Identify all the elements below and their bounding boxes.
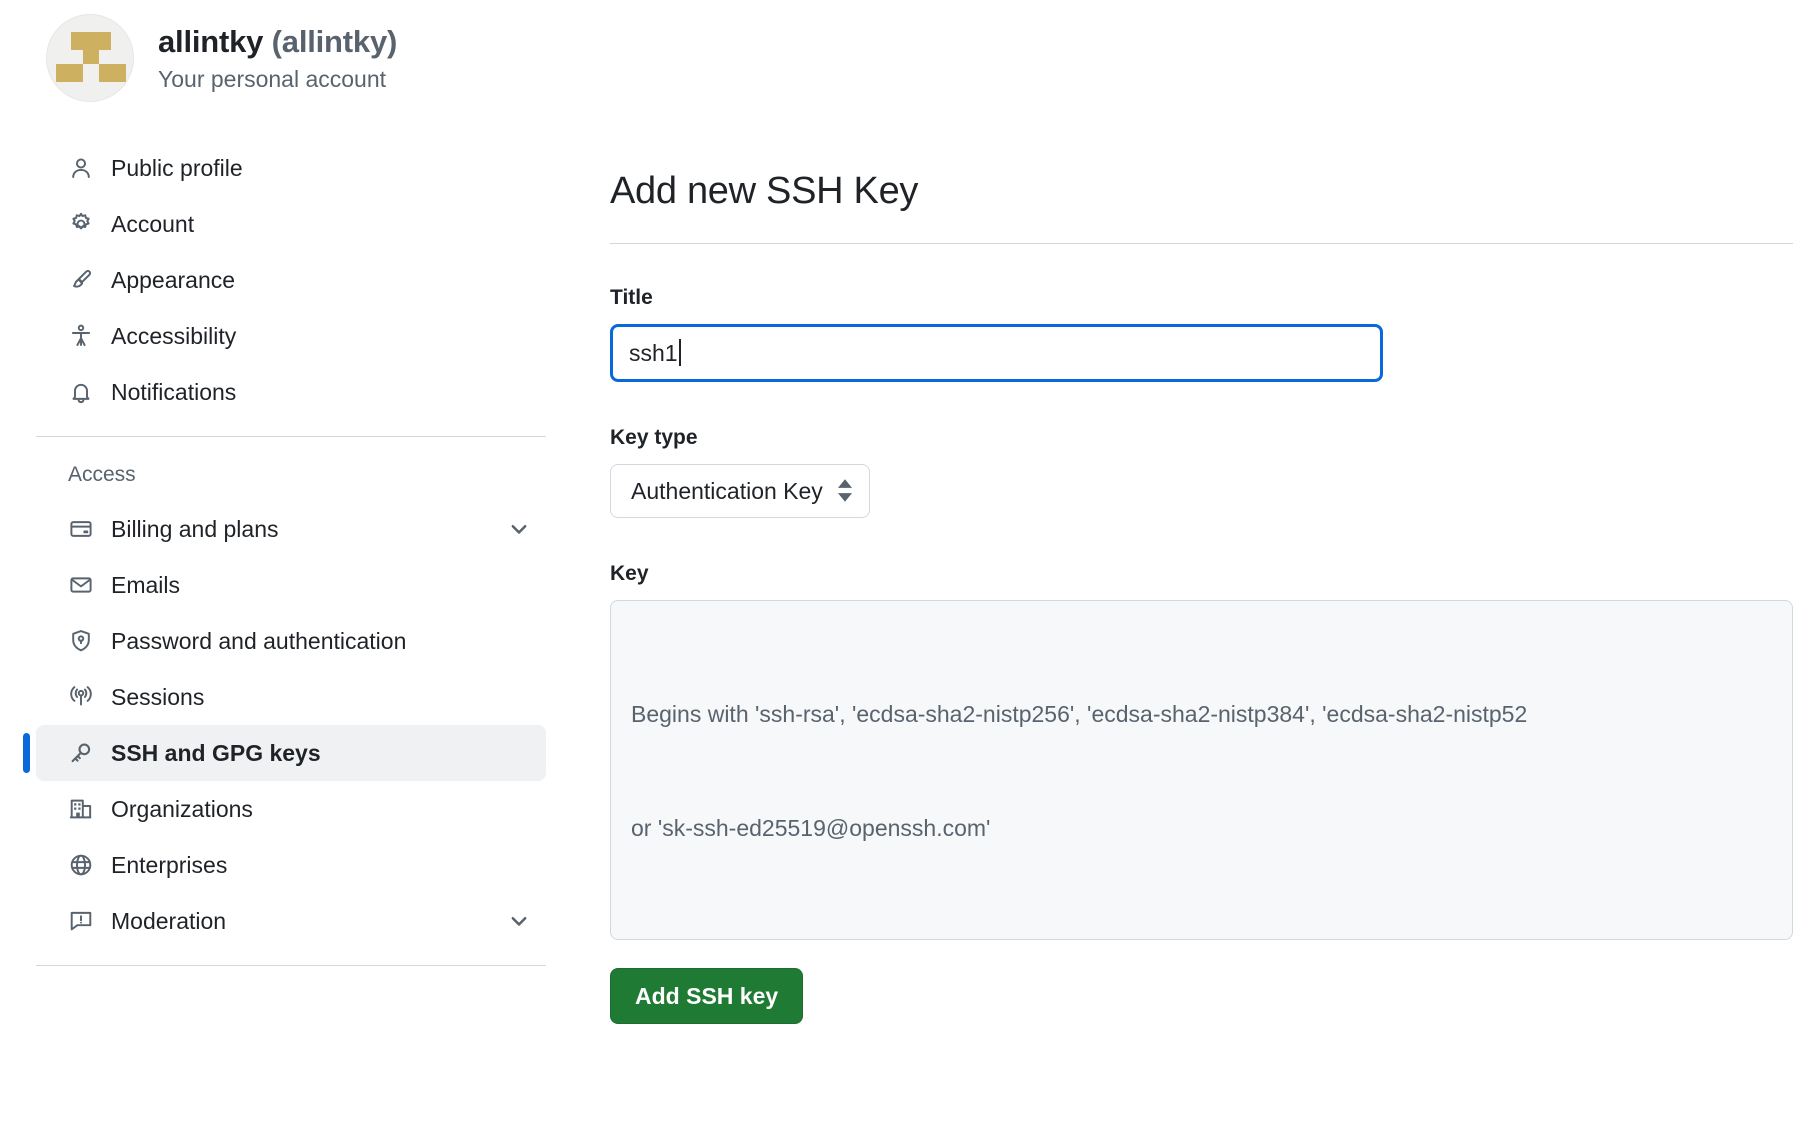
- sidebar-item-password-and-authentication[interactable]: Password and authentication: [36, 613, 546, 669]
- sidebar-section-access-label: Access: [68, 463, 136, 486]
- sidebar-item-emails[interactable]: Emails: [36, 557, 546, 613]
- placeholder-line-1: Begins with 'ssh-rsa', 'ecdsa-sha2-nistp…: [631, 700, 1528, 727]
- sidebar-divider: [36, 436, 546, 437]
- account-header: allintky (allintky) Your personal accoun…: [46, 14, 397, 102]
- title-field-label: Title: [610, 285, 653, 309]
- report-icon: [68, 908, 94, 934]
- accessibility-icon: [68, 323, 94, 349]
- sidebar-item-label: Accessibility: [111, 323, 237, 349]
- sidebar-item-label: Public profile: [111, 155, 243, 181]
- sidebar-item-label: Organizations: [111, 796, 253, 822]
- shield-lock-icon: [68, 628, 94, 654]
- mail-icon: [68, 572, 94, 598]
- title-input-value: ssh1: [629, 339, 678, 366]
- key-type-field-label: Key type: [610, 425, 698, 449]
- page-title: Add new SSH Key: [610, 170, 919, 213]
- paintbrush-icon: [68, 267, 94, 293]
- account-display-name: allintky: [158, 23, 264, 59]
- organization-icon: [68, 796, 94, 822]
- sidebar-item-enterprises[interactable]: Enterprises: [36, 837, 546, 893]
- sidebar-item-billing-and-plans[interactable]: Billing and plans: [36, 501, 546, 557]
- key-field-label: Key: [610, 561, 649, 585]
- key-type-selected-value: Authentication Key: [631, 477, 823, 504]
- sidebar-item-label: Password and authentication: [111, 628, 407, 654]
- sidebar-item-sessions[interactable]: Sessions: [36, 669, 546, 725]
- globe-icon: [68, 852, 94, 878]
- bell-icon: [68, 379, 94, 405]
- sidebar-item-label: Appearance: [111, 267, 236, 293]
- sidebar-item-label: Notifications: [111, 379, 237, 405]
- chevron-down-icon[interactable]: [508, 910, 530, 932]
- placeholder-line-2: or 'sk-ssh-ed25519@openssh.com': [631, 814, 991, 841]
- sidebar-item-ssh-and-gpg-keys[interactable]: SSH and GPG keys: [23, 725, 546, 781]
- broadcast-icon: [68, 684, 94, 710]
- key-textarea-placeholder: Begins with 'ssh-rsa', 'ecdsa-sha2-nistp…: [631, 619, 1772, 923]
- sidebar-item-appearance[interactable]: Appearance: [36, 252, 546, 308]
- account-login: (allintky): [271, 23, 398, 59]
- person-icon: [68, 155, 94, 181]
- account-subtitle: Your personal account: [158, 65, 387, 92]
- sidebar-item-label: Enterprises: [111, 852, 228, 878]
- sort-stepper-icon: [837, 479, 853, 503]
- sidebar-divider-bottom: [36, 965, 546, 966]
- sidebar-item-organizations[interactable]: Organizations: [36, 781, 546, 837]
- sidebar-item-label: Moderation: [111, 908, 227, 934]
- main-content: Add new SSH Key Title ssh1 Key type Auth…: [610, 140, 1793, 1024]
- gear-icon: [68, 211, 94, 237]
- settings-sidebar: Public profile Account Appearance Access…: [23, 140, 546, 966]
- account-text: allintky (allintky) Your personal accoun…: [158, 22, 397, 95]
- credit-card-icon: [68, 516, 94, 542]
- identicon-avatar: [46, 14, 134, 102]
- sidebar-item-label: SSH and GPG keys: [111, 740, 321, 766]
- sidebar-item-public-profile[interactable]: Public profile: [36, 140, 546, 196]
- add-ssh-key-button[interactable]: Add SSH key: [610, 967, 804, 1024]
- key-icon: [68, 740, 94, 766]
- account-name: allintky (allintky): [158, 22, 397, 62]
- sidebar-item-label: Sessions: [111, 684, 205, 710]
- chevron-down-icon[interactable]: [508, 518, 530, 540]
- sidebar-item-moderation[interactable]: Moderation: [36, 893, 546, 949]
- sidebar-item-notifications[interactable]: Notifications: [36, 364, 546, 420]
- sidebar-item-accessibility[interactable]: Accessibility: [36, 308, 546, 364]
- key-type-select[interactable]: Authentication Key: [610, 463, 870, 518]
- settings-page: allintky (allintky) Your personal accoun…: [0, 0, 1793, 1139]
- text-caret: [678, 339, 681, 367]
- key-textarea[interactable]: Begins with 'ssh-rsa', 'ecdsa-sha2-nistp…: [610, 599, 1793, 940]
- sidebar-item-label: Account: [111, 211, 195, 237]
- sidebar-item-label: Billing and plans: [111, 516, 279, 542]
- title-divider: [610, 242, 1793, 244]
- title-input[interactable]: ssh1: [610, 323, 1383, 382]
- sidebar-item-account[interactable]: Account: [36, 196, 546, 252]
- sidebar-item-label: Emails: [111, 572, 181, 598]
